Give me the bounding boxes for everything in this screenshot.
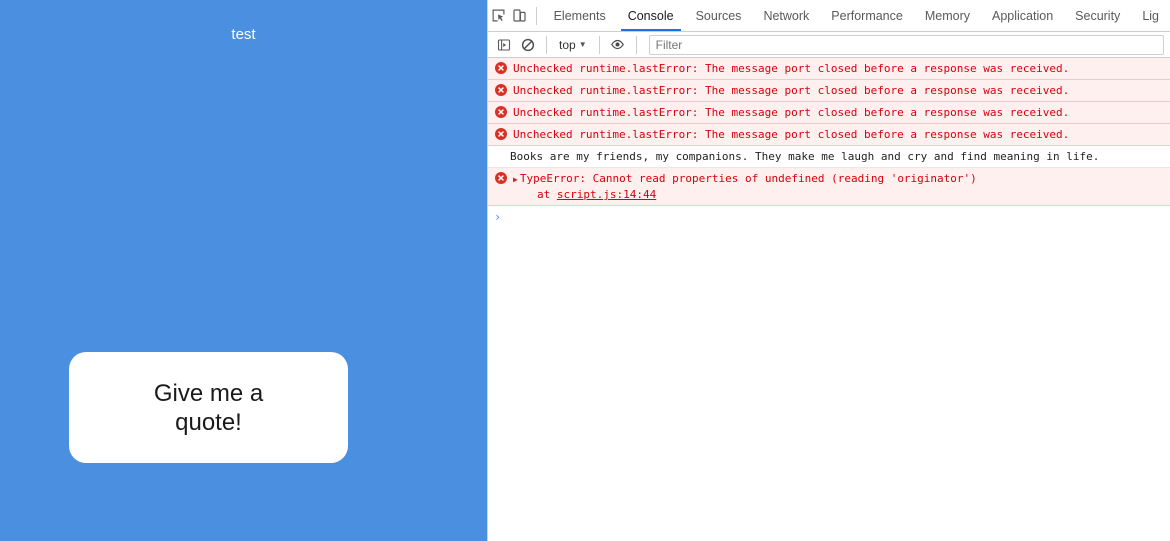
tab-label: Sources (695, 8, 742, 23)
inspect-element-icon[interactable] (488, 0, 509, 31)
error-icon (494, 171, 508, 185)
error-icon (494, 61, 508, 75)
page-title: test (231, 26, 256, 43)
console-message-error[interactable]: Unchecked runtime.lastError: The message… (488, 58, 1170, 80)
screen: test Give me a quote! Elements Console S… (0, 0, 1170, 541)
tab-label: Security (1075, 8, 1121, 23)
tab-lighthouse[interactable]: Lig (1131, 0, 1170, 31)
devtools-panel: Elements Console Sources Network Perform… (488, 0, 1170, 541)
device-toolbar-icon[interactable] (509, 0, 530, 31)
tab-performance[interactable]: Performance (820, 0, 914, 31)
clear-console-icon[interactable] (516, 34, 540, 56)
execution-context-selector[interactable]: top ▼ (553, 38, 593, 52)
message-text: Unchecked runtime.lastError: The message… (513, 84, 1070, 97)
toolbar-divider (598, 35, 600, 54)
stack-frame: at script.js:14:44 (513, 187, 977, 202)
tab-label: Network (763, 8, 810, 23)
message-text: Unchecked runtime.lastError: The message… (513, 62, 1070, 75)
tab-label: Application (992, 8, 1054, 23)
tab-sources[interactable]: Sources (685, 0, 753, 31)
console-message-typeerror[interactable]: ▶ TypeError: Cannot read properties of un… (488, 168, 1170, 206)
stack-prefix: at (537, 188, 557, 201)
tab-label: Memory (924, 8, 970, 23)
tab-console[interactable]: Console (617, 0, 685, 31)
error-icon (494, 127, 508, 141)
tab-memory[interactable]: Memory (914, 0, 981, 31)
tab-application[interactable]: Application (981, 0, 1064, 31)
toolbar-divider (635, 35, 637, 54)
typeerror-text: TypeError: Cannot read properties of und… (519, 172, 977, 185)
console-filter-input[interactable] (648, 34, 1164, 55)
chevron-down-icon: ▼ (578, 40, 587, 49)
toolbar-divider (535, 6, 537, 25)
tab-label: Lig (1142, 8, 1159, 23)
tab-network[interactable]: Network (752, 0, 820, 31)
error-icon (494, 105, 508, 119)
expand-triangle-icon[interactable]: ▶ (513, 175, 518, 184)
error-icon (494, 83, 508, 97)
tab-label: Elements (553, 8, 606, 23)
live-expression-icon[interactable] (606, 34, 630, 56)
message-text: Books are my friends, my companions. The… (510, 150, 1100, 163)
web-page-viewport: test Give me a quote! (0, 0, 488, 541)
toolbar-divider (546, 35, 547, 54)
tab-security[interactable]: Security (1064, 0, 1131, 31)
tab-label: Performance (831, 8, 903, 23)
console-toolbar: top ▼ (488, 32, 1170, 58)
console-message-list[interactable]: Unchecked runtime.lastError: The message… (488, 58, 1170, 541)
console-message-error[interactable]: Unchecked runtime.lastError: The message… (488, 102, 1170, 124)
prompt-caret-icon: › (494, 210, 502, 224)
tab-label: Console (627, 8, 674, 23)
context-label: top (559, 37, 576, 52)
devtools-tabbar: Elements Console Sources Network Perform… (488, 0, 1170, 32)
stack-source-link[interactable]: script.js:14:44 (557, 188, 656, 201)
give-me-a-quote-button[interactable]: Give me a quote! (69, 352, 348, 463)
message-text: Unchecked runtime.lastError: The message… (513, 128, 1070, 141)
message-text: Unchecked runtime.lastError: The message… (513, 106, 1070, 119)
tab-elements[interactable]: Elements (543, 0, 617, 31)
console-message-error[interactable]: Unchecked runtime.lastError: The message… (488, 80, 1170, 102)
console-sidebar-icon[interactable] (492, 34, 516, 56)
console-message-log[interactable]: Books are my friends, my companions. The… (488, 146, 1170, 168)
console-message-error[interactable]: Unchecked runtime.lastError: The message… (488, 124, 1170, 146)
console-prompt[interactable]: › (488, 206, 1170, 228)
